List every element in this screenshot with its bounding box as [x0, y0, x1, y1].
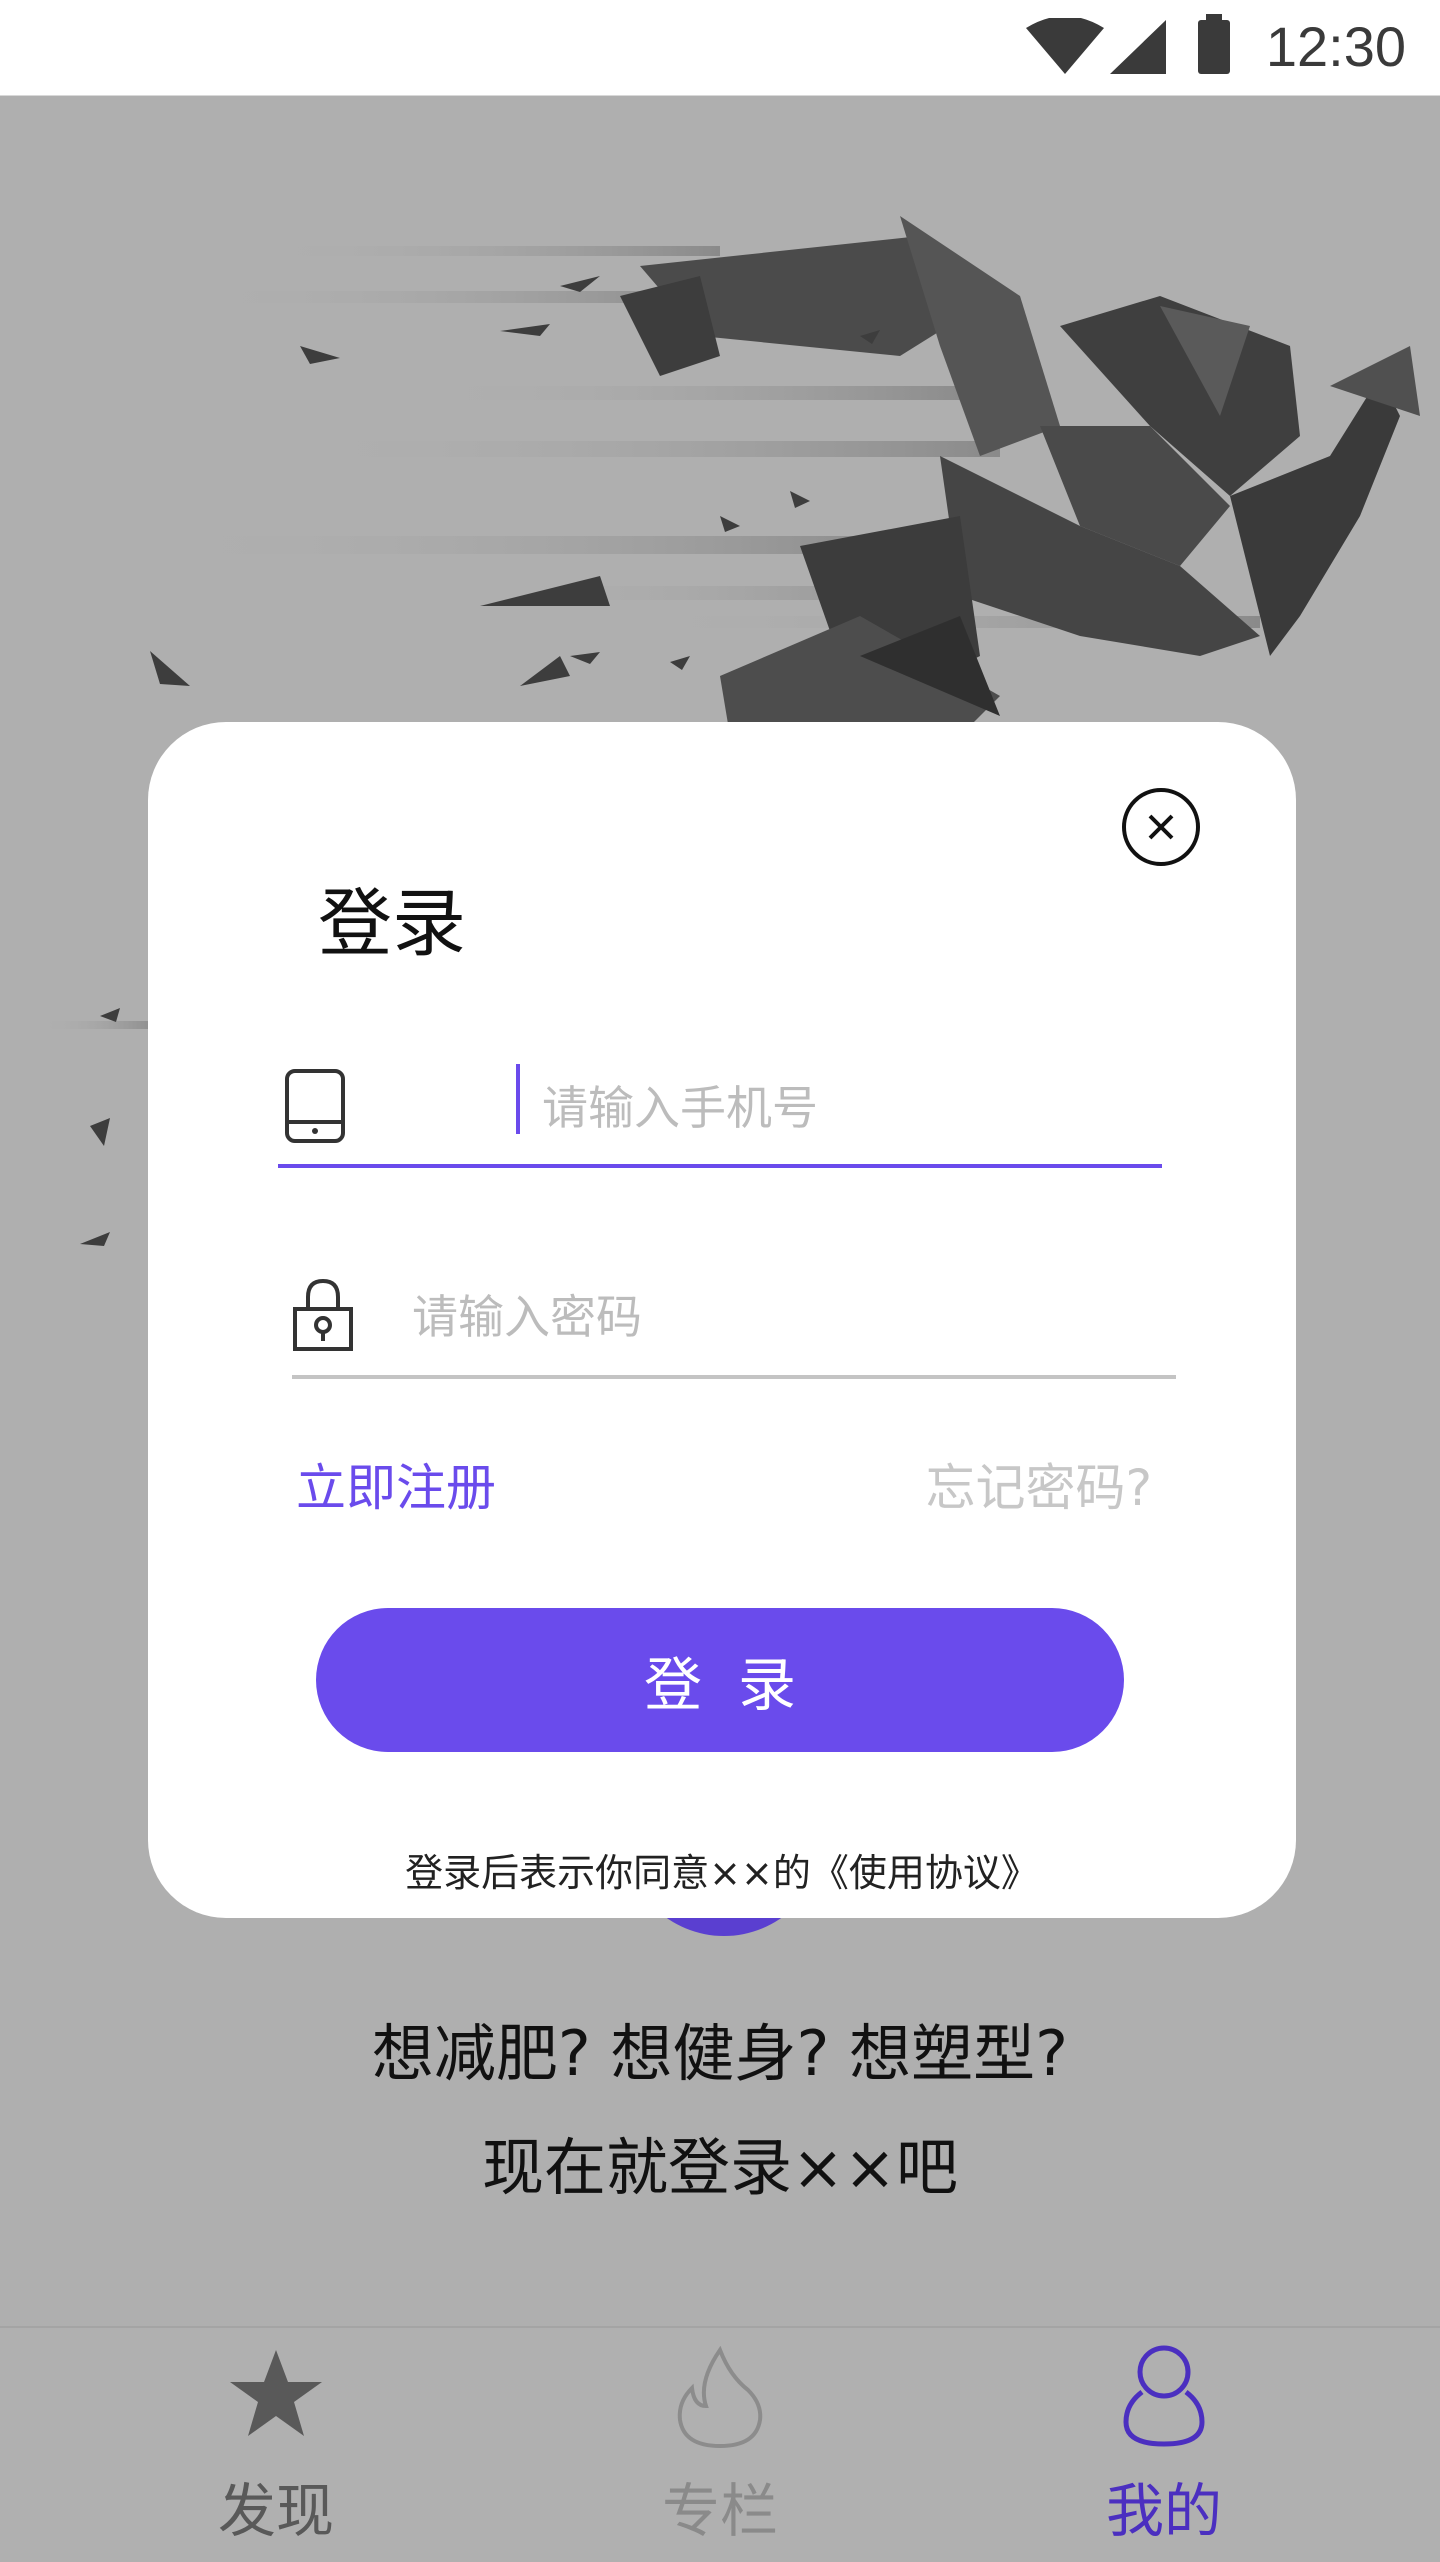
- text-caret: [516, 1064, 520, 1134]
- phone-icon: [285, 1069, 345, 1143]
- tagline-line-2: 现在就登录××吧: [482, 2131, 958, 2204]
- cell-signal-icon: [1110, 20, 1166, 74]
- lock-icon: [293, 1278, 353, 1351]
- login-button[interactable]: 登录: [316, 1608, 1124, 1752]
- star-icon: [230, 2350, 322, 2436]
- tab-mine-label: 我的: [1105, 2477, 1222, 2545]
- person-icon: [1123, 2345, 1205, 2447]
- tab-discover-label: 发现: [217, 2477, 334, 2545]
- tagline-line-1: 想减肥? 想健身? 想塑型?: [371, 2017, 1069, 2090]
- modal-title: 登录: [318, 881, 466, 967]
- agreement-text[interactable]: 登录后表示你同意××的《使用协议》: [148, 1842, 1296, 1897]
- tab-bar: 发现 专栏 我的: [0, 2326, 1440, 2562]
- password-placeholder: 请输入密码: [412, 1290, 642, 1344]
- phone-field[interactable]: 请输入手机号: [278, 1064, 1162, 1168]
- password-underline: [292, 1375, 1176, 1379]
- tab-column[interactable]: 专栏: [540, 2328, 900, 2562]
- wifi-icon: [1026, 18, 1104, 74]
- tab-discover[interactable]: 发现: [96, 2328, 456, 2562]
- tab-mine[interactable]: 我的: [984, 2328, 1344, 2562]
- flame-icon: [677, 2346, 763, 2449]
- status-bar: 12:30: [0, 0, 1440, 96]
- status-time: 12:30: [1265, 15, 1406, 78]
- tab-column-label: 专栏: [661, 2477, 778, 2545]
- phone-placeholder: 请输入手机号: [542, 1081, 818, 1135]
- forgot-password-link[interactable]: 忘记密码?: [925, 1448, 1152, 1520]
- password-field[interactable]: 请输入密码: [292, 1267, 1176, 1379]
- close-icon: [1148, 814, 1174, 840]
- close-button[interactable]: [1122, 788, 1200, 866]
- battery-icon: [1198, 14, 1230, 74]
- phone-underline: [278, 1164, 1162, 1168]
- register-link[interactable]: 立即注册: [296, 1448, 496, 1520]
- login-modal: 登录 请输入手机号 请输入密码 立即注册 忘记密码? 登录 登录后表示你同意××…: [148, 722, 1296, 1918]
